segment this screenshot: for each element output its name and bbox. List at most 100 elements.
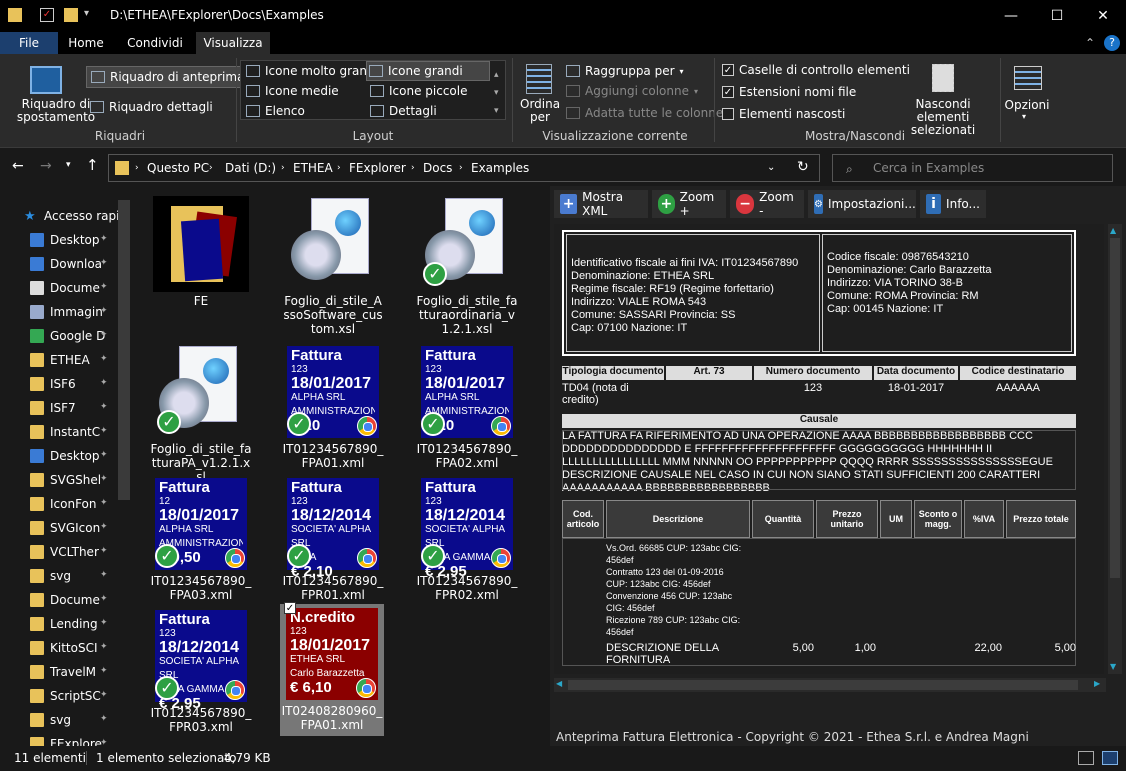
hidden-items-toggle[interactable]: Elementi nascosti: [722, 107, 845, 121]
pin-icon[interactable]: ✦: [100, 282, 108, 292]
sidebar-scrollbar[interactable]: [118, 200, 130, 500]
item-checkboxes-toggle[interactable]: ✓ Caselle di controllo elementi: [722, 63, 910, 77]
file-item[interactable]: ✓ Foglio_di_stile_fatturaordinaria_v1.2.1…: [416, 196, 518, 336]
sidebar-item[interactable]: SVGIcon: [30, 516, 130, 540]
sidebar-item[interactable]: ISF7: [30, 396, 130, 420]
pin-icon[interactable]: ✦: [100, 714, 108, 724]
scroll-down-icon[interactable]: ▼: [1110, 662, 1116, 671]
tab-home[interactable]: Home: [58, 32, 114, 54]
layout-extra-large-icons[interactable]: Icone molto grandi: [246, 64, 378, 78]
layout-list[interactable]: Elenco: [246, 104, 305, 118]
sidebar-item[interactable]: Desktop: [30, 228, 130, 252]
file-item[interactable]: N.credito 123 18/01/2017 ETHEA SRL Carlo Bar…: [280, 602, 384, 736]
preview-pane-button[interactable]: Riquadro di anteprima: [86, 66, 250, 88]
file-item[interactable]: Fattura 123 18/01/2017 ALPHA SRL AMMINISTRAZ…: [282, 344, 384, 470]
refresh-icon[interactable]: ↻: [797, 159, 809, 175]
back-button[interactable]: ←: [12, 158, 24, 174]
zoom-in-button[interactable]: + Zoom +: [652, 190, 726, 218]
sidebar-item[interactable]: svg: [30, 708, 130, 732]
tab-view[interactable]: Visualizza: [196, 32, 270, 54]
file-item[interactable]: Fattura 12 18/01/2017 ALPHA SRL AMMINISTRAZI…: [150, 476, 252, 602]
breadcrumb-this-pc[interactable]: Questo PC: [147, 161, 209, 175]
address-history-icon[interactable]: ⌄: [767, 162, 775, 173]
details-pane-button[interactable]: Riquadro dettagli: [90, 100, 213, 114]
collapse-ribbon-icon[interactable]: ⌃: [1082, 32, 1098, 54]
sidebar-item[interactable]: Desktop: [30, 444, 130, 468]
file-extensions-toggle[interactable]: ✓ Estensioni nomi file: [722, 85, 856, 99]
info-button[interactable]: i Info...: [920, 190, 986, 218]
layout-small-icons[interactable]: Icone piccole: [370, 84, 468, 98]
up-button[interactable]: ↑: [86, 156, 99, 174]
pin-icon[interactable]: ✦: [100, 402, 108, 412]
h-scroll-thumb[interactable]: [568, 680, 1078, 690]
close-button[interactable]: ✕: [1080, 0, 1126, 32]
maximize-button[interactable]: ☐: [1034, 0, 1080, 32]
options-button[interactable]: Opzioni: [1002, 98, 1052, 112]
group-by-button[interactable]: Raggruppa per ▾: [566, 64, 684, 78]
breadcrumb-examples[interactable]: Examples: [471, 161, 529, 175]
scroll-right-icon[interactable]: ▶: [1094, 679, 1100, 688]
pin-icon[interactable]: ✦: [100, 426, 108, 436]
sidebar-item[interactable]: Immagin: [30, 300, 130, 324]
pin-icon[interactable]: ✦: [100, 306, 108, 316]
file-item[interactable]: FE: [150, 196, 252, 308]
large-icons-view-icon[interactable]: [1102, 751, 1118, 765]
properties-icon[interactable]: ✓: [40, 8, 54, 22]
pin-icon[interactable]: ✦: [100, 642, 108, 652]
file-item[interactable]: Fattura12318/12/2014SOCIETA' ALPHA SRLBE…: [282, 476, 384, 602]
sidebar-item[interactable]: Docume: [30, 276, 130, 300]
sidebar-item[interactable]: KittoSCI: [30, 636, 130, 660]
preview-vertical-scrollbar[interactable]: ▲ ▼: [1108, 224, 1122, 674]
sidebar-item[interactable]: Downloa: [30, 252, 130, 276]
pin-icon[interactable]: ✦: [100, 690, 108, 700]
pin-icon[interactable]: ✦: [100, 570, 108, 580]
selection-checkbox[interactable]: ✓: [284, 602, 296, 614]
new-folder-icon[interactable]: [64, 8, 78, 22]
minimize-button[interactable]: —: [988, 0, 1034, 32]
sidebar-item[interactable]: ISF6: [30, 372, 130, 396]
breadcrumb-ethea[interactable]: ETHEA: [293, 161, 333, 175]
scroll-thumb[interactable]: [1110, 238, 1120, 578]
customize-quick-access-icon[interactable]: ▾: [84, 8, 98, 22]
quick-access-header[interactable]: ★ Accesso rapi: [24, 204, 124, 228]
address-bar[interactable]: › Questo PC › Dati (D:) › ETHEA › FExplo…: [108, 154, 820, 182]
file-item[interactable]: Foglio_di_stile_AssoSoftware_custom.xsl: [282, 196, 384, 336]
details-view-icon[interactable]: [1078, 751, 1094, 765]
layout-large-icons[interactable]: Icone grandi: [366, 61, 490, 81]
options-dropdown-icon[interactable]: ▾: [1022, 112, 1026, 121]
pin-icon[interactable]: ✦: [100, 498, 108, 508]
scroll-up-icon[interactable]: ▲: [1110, 226, 1116, 235]
sidebar-item[interactable]: Lending: [30, 612, 130, 636]
pin-icon[interactable]: ✦: [100, 522, 108, 532]
fit-columns-button[interactable]: Adatta tutte le colonne: [566, 106, 723, 120]
sidebar-item[interactable]: ScriptSC: [30, 684, 130, 708]
tab-share[interactable]: Condividi: [114, 32, 196, 54]
show-xml-button[interactable]: + Mostra XML: [554, 190, 648, 218]
forward-button[interactable]: →: [40, 158, 52, 174]
sidebar-item[interactable]: VCLTher: [30, 540, 130, 564]
pin-icon[interactable]: ✦: [100, 474, 108, 484]
pin-icon[interactable]: ✦: [100, 546, 108, 556]
add-columns-button[interactable]: Aggiungi colonne ▾: [566, 84, 698, 98]
sort-by-button[interactable]: Ordina per: [520, 98, 560, 124]
file-item[interactable]: Fattura12318/12/2014SOCIETA' ALPHA SRLBE…: [416, 476, 518, 602]
layout-details[interactable]: Dettagli: [370, 104, 437, 118]
tab-file[interactable]: File: [0, 32, 58, 54]
layout-medium-icons[interactable]: Icone medie: [246, 84, 339, 98]
file-item[interactable]: ✓ Foglio_di_stile_fatturaPA_v1.2.1.xsl: [150, 344, 252, 484]
pin-icon[interactable]: ✦: [100, 618, 108, 628]
pin-icon[interactable]: ✦: [100, 258, 108, 268]
layout-scroll-arrows-icon[interactable]: ▴ ▾ ▾: [494, 66, 499, 120]
file-item[interactable]: Fattura 123 18/01/2017 ALPHA SRL AMMINISTRAZ…: [416, 344, 518, 470]
pin-icon[interactable]: ✦: [100, 450, 108, 460]
pin-icon[interactable]: ✦: [100, 330, 108, 340]
sidebar-item[interactable]: SVGShel: [30, 468, 130, 492]
search-input[interactable]: Cerca in Examples: [832, 154, 1113, 182]
sidebar-item[interactable]: IconFon: [30, 492, 130, 516]
pin-icon[interactable]: ✦: [100, 234, 108, 244]
pin-icon[interactable]: ✦: [100, 594, 108, 604]
pin-icon[interactable]: ✦: [100, 354, 108, 364]
pin-icon[interactable]: ✦: [100, 666, 108, 676]
scroll-left-icon[interactable]: ◀: [556, 679, 562, 688]
sidebar-item[interactable]: ETHEA: [30, 348, 130, 372]
